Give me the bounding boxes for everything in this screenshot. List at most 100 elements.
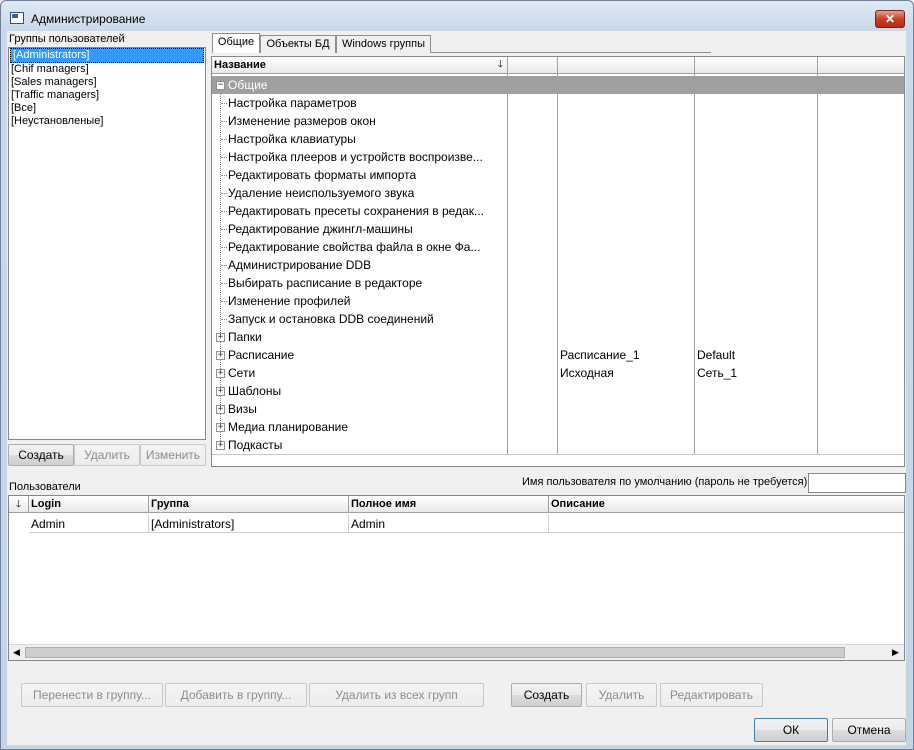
users-grid[interactable]: 🡓 Login Группа Полное имя Описание Admin… (8, 495, 905, 661)
column-header-description[interactable]: Описание (549, 496, 904, 513)
group-create-button[interactable]: Создать (8, 444, 74, 466)
expand-icon[interactable]: + (216, 333, 225, 342)
close-button[interactable]: ✕ (875, 10, 905, 28)
tree-connector (221, 157, 227, 158)
tree-category[interactable]: Общие (228, 76, 267, 94)
tree-cell-value-2[interactable]: Сеть_1 (697, 364, 737, 382)
tab-strip-line (431, 52, 711, 53)
column-header-name[interactable]: Название 🡓 (212, 57, 508, 74)
users-sort-header[interactable]: 🡓 (9, 496, 29, 513)
tree-category[interactable]: Шаблоны (228, 382, 281, 400)
tree-connector (221, 193, 227, 194)
column-header-name-label: Название (214, 59, 266, 71)
users-cell[interactable]: Admin (29, 515, 149, 533)
users-cell[interactable]: Admin (349, 515, 549, 533)
expand-icon[interactable]: + (216, 423, 225, 432)
tree-item[interactable]: Удаление неиспользуемого звука (228, 184, 414, 202)
column-header-login[interactable]: Login (29, 496, 149, 513)
sort-arrow-icon: 🡓 (497, 59, 503, 70)
group-list-item[interactable]: [Traffic managers] (9, 89, 205, 102)
tree-connector (221, 319, 227, 320)
cancel-button[interactable]: Отмена (832, 718, 906, 742)
users-cell[interactable] (549, 515, 904, 533)
column-divider (694, 74, 695, 454)
group-list-item[interactable]: [Все] (9, 102, 205, 115)
expand-icon[interactable]: + (216, 405, 225, 414)
tree-connector (221, 301, 227, 302)
tab-general[interactable]: Общие (212, 33, 260, 53)
user-delete-button[interactable]: Удалить (586, 683, 657, 707)
group-list-item[interactable]: [Sales managers] (9, 76, 205, 89)
column-header-3[interactable] (558, 57, 695, 74)
tree-cell-value[interactable]: Расписание_1 (560, 346, 640, 364)
tree-category[interactable]: Подкасты (228, 436, 282, 454)
tree-connector (221, 247, 227, 248)
column-header-5[interactable] (818, 57, 904, 74)
add-to-group-button[interactable]: Добавить в группу... (165, 683, 307, 707)
column-header-2[interactable] (508, 57, 558, 74)
group-list-item[interactable]: [Chif managers] (9, 63, 205, 76)
tree-item[interactable]: Настройка клавиатуры (228, 130, 356, 148)
tree-cell-value[interactable]: Исходная (560, 364, 614, 382)
tree-item[interactable]: Запуск и остановка DDB соединений (228, 310, 434, 328)
group-list-item[interactable]: [Administrators] (10, 48, 204, 63)
grid-footer-line (212, 454, 904, 455)
tab-windows-groups[interactable]: Windows группы (336, 35, 431, 53)
group-delete-button[interactable]: Удалить (74, 444, 140, 466)
tree-category[interactable]: Расписание (228, 346, 294, 364)
tree-item[interactable]: Выбирать расписание в редакторе (228, 274, 422, 292)
expand-icon[interactable]: + (216, 387, 225, 396)
tree-connector (221, 283, 227, 284)
column-header-4[interactable] (695, 57, 818, 74)
user-create-button[interactable]: Создать (511, 683, 582, 707)
window-title: Администрирование (31, 12, 146, 26)
tree-connector (221, 229, 227, 230)
rights-tree-grid[interactable]: Название 🡓 − Общие Настройка параметров Изм… (211, 56, 905, 467)
move-to-group-button[interactable]: Перенести в группу... (21, 683, 163, 707)
tree-item[interactable]: Редактировать форматы импорта (228, 166, 416, 184)
tree-item[interactable]: Изменение размеров окон (228, 112, 376, 130)
selected-row-highlight (212, 76, 904, 94)
tree-category[interactable]: Медиа планирование (228, 418, 348, 436)
tree-connector (221, 211, 227, 212)
tree-connector (221, 265, 227, 266)
expand-icon[interactable]: + (216, 441, 225, 450)
groups-list[interactable]: [Administrators] [Chif managers] [Sales ma… (8, 47, 206, 440)
scroll-thumb[interactable] (25, 647, 845, 658)
column-header-group[interactable]: Группа (149, 496, 349, 513)
column-divider (817, 74, 818, 454)
tree-item[interactable]: Редактирование джингл-машины (228, 220, 413, 238)
remove-from-all-groups-button[interactable]: Удалить из всех групп (309, 683, 484, 707)
expand-icon[interactable]: + (216, 369, 225, 378)
column-header-fullname[interactable]: Полное имя (349, 496, 549, 513)
groups-label: Группы пользователей (9, 33, 125, 45)
tab-db-objects[interactable]: Объекты БД (260, 35, 336, 53)
users-hscrollbar[interactable]: ◀ ▶ (9, 644, 904, 660)
expand-icon[interactable]: + (216, 351, 225, 360)
ok-button[interactable]: ОК (754, 718, 828, 742)
tree-item[interactable]: Редактировать пресеты сохранения в редак… (228, 202, 484, 220)
user-edit-button[interactable]: Редактировать (660, 683, 763, 707)
title-bar[interactable]: Администрирование ✕ (1, 1, 913, 33)
tree-cell-value-2[interactable]: Default (697, 346, 735, 364)
tree-item[interactable]: Администрирование DDB (228, 256, 371, 274)
users-cell[interactable]: [Administrators] (149, 515, 349, 533)
sort-arrow-icon: 🡓 (15, 499, 22, 510)
tree-item[interactable]: Настройка параметров (228, 94, 357, 112)
tree-item[interactable]: Настройка плееров и устройств воспроизве… (228, 148, 483, 166)
tree-category[interactable]: Визы (228, 400, 257, 418)
tree-item[interactable]: Изменение профилей (228, 292, 351, 310)
group-edit-button[interactable]: Изменить (140, 444, 206, 466)
tree-item[interactable]: Редактирование свойства файла в окне Фа.… (228, 238, 480, 256)
scroll-right-icon[interactable]: ▶ (888, 645, 903, 660)
tree-connector (221, 103, 227, 104)
tree-category[interactable]: Сети (228, 364, 255, 382)
collapse-icon[interactable]: − (216, 81, 225, 90)
default-user-input[interactable] (808, 473, 906, 493)
scroll-left-icon[interactable]: ◀ (9, 645, 24, 660)
group-list-item[interactable]: [Неустановленые] (9, 115, 205, 128)
tree-category[interactable]: Папки (228, 328, 262, 346)
column-divider (557, 74, 558, 454)
tree-connector (221, 139, 227, 140)
tree-connector (221, 121, 227, 122)
